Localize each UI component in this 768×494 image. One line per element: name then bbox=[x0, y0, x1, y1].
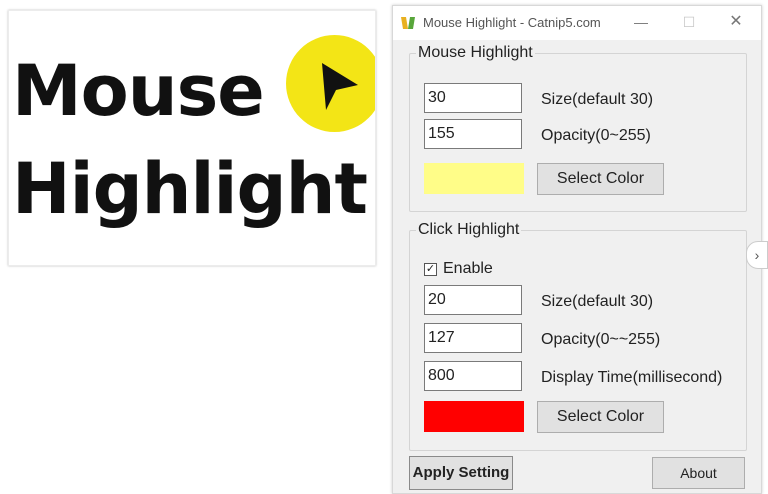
mouse-size-input[interactable]: 30 bbox=[424, 83, 522, 113]
catnip-app-icon bbox=[401, 17, 415, 29]
about-button[interactable]: About bbox=[652, 457, 745, 489]
click-time-label: Display Time(millisecond) bbox=[541, 369, 723, 386]
scroll-right-arrow[interactable]: › bbox=[746, 241, 768, 269]
click-size-input[interactable]: 20 bbox=[424, 285, 522, 315]
click-select-color-button[interactable]: Select Color bbox=[537, 401, 664, 433]
click-color-swatch bbox=[424, 401, 524, 432]
click-opacity-input[interactable]: 127 bbox=[424, 323, 522, 353]
close-button[interactable]: ✕ bbox=[724, 11, 748, 33]
mouse-size-label: Size(default 30) bbox=[541, 91, 654, 108]
click-highlight-legend: Click Highlight bbox=[418, 221, 520, 238]
promo-title-line2: Highlight bbox=[12, 148, 368, 230]
mouse-opacity-label: Opacity(0~255) bbox=[541, 127, 651, 144]
cursor-highlight-circle bbox=[286, 35, 375, 132]
click-opacity-label: Opacity(0~~255) bbox=[541, 331, 661, 348]
minimize-button[interactable]: — bbox=[629, 11, 653, 33]
app-window: Mouse Highlight - Catnip5.com — ☐ ✕ Mous… bbox=[392, 5, 762, 494]
maximize-button[interactable]: ☐ bbox=[677, 11, 701, 33]
apply-setting-button[interactable]: Apply Setting bbox=[409, 456, 513, 490]
cursor-arrow-icon bbox=[322, 63, 358, 110]
window-title: Mouse Highlight - Catnip5.com bbox=[423, 15, 601, 30]
mouse-highlight-legend: Mouse Highlight bbox=[418, 44, 533, 61]
enable-checkbox[interactable]: ✓ bbox=[424, 263, 437, 276]
title-bar[interactable]: Mouse Highlight - Catnip5.com — ☐ ✕ bbox=[393, 6, 761, 40]
mouse-opacity-input[interactable]: 155 bbox=[424, 119, 522, 149]
mouse-color-swatch bbox=[424, 163, 524, 194]
click-size-label: Size(default 30) bbox=[541, 293, 654, 310]
click-time-input[interactable]: 800 bbox=[424, 361, 522, 391]
promo-title-line1: Mouse bbox=[12, 50, 265, 132]
promo-image: Mouse Highlight bbox=[8, 10, 376, 266]
enable-label: Enable bbox=[443, 260, 493, 277]
mouse-select-color-button[interactable]: Select Color bbox=[537, 163, 664, 195]
